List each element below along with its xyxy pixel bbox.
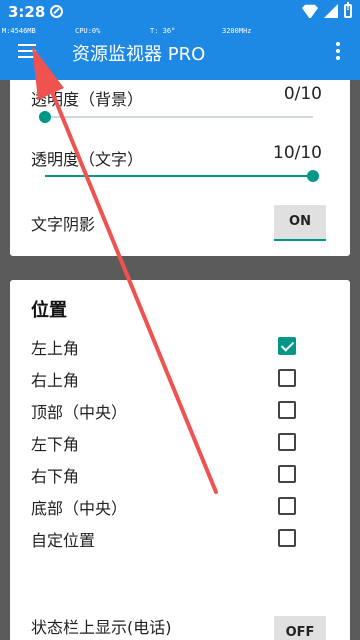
text-opacity-value: 10/10 — [273, 143, 322, 163]
text-shadow-label: 文字阴影 — [31, 215, 96, 234]
statusbar-display-label: 状态栏上显示(电话) — [31, 618, 172, 637]
option-custom-checkbox[interactable] — [278, 529, 296, 547]
option-top-left-label: 左上角 — [31, 339, 80, 358]
option-bottom-right-label: 右下角 — [31, 467, 80, 486]
option-bottom-right-checkbox[interactable] — [278, 465, 296, 483]
option-top-right-checkbox[interactable] — [278, 369, 296, 387]
app-title: 资源监视器 PRO — [72, 44, 206, 65]
option-top-left-checkbox[interactable] — [278, 337, 296, 355]
battery-alert-icon — [344, 2, 352, 18]
more-vert-icon[interactable] — [336, 42, 340, 60]
overlay-mem: M:4546MB — [2, 27, 36, 35]
option-bottom-center-checkbox[interactable] — [278, 497, 296, 515]
overlay-temp: T: 36° — [150, 27, 176, 35]
text-opacity-slider[interactable] — [45, 175, 313, 177]
option-bottom-left-label: 左下角 — [31, 435, 80, 454]
do-not-disturb-icon — [50, 5, 63, 18]
status-time: 3:28 — [8, 3, 46, 21]
option-top-center-label: 顶部（中央） — [31, 403, 128, 422]
status-bar: 3:28 — [0, 0, 360, 24]
text-opacity-slider-thumb[interactable] — [307, 170, 319, 182]
appearance-card: 透明度（背景） 0/10 透明度（文字） 10/10 文字阴影 ON — [10, 80, 350, 256]
wifi-icon — [302, 4, 318, 18]
status-icons — [302, 2, 352, 18]
position-card: 位置 左上角 右上角 顶部（中央） 左下角 右下角 底部（中央） 自定位置 状态… — [10, 280, 350, 640]
overlay-cpu: CPU:0% — [75, 27, 101, 35]
text-opacity-label: 透明度（文字） — [31, 150, 144, 169]
hamburger-menu-icon[interactable] — [18, 43, 38, 61]
position-section-title: 位置 — [31, 300, 67, 321]
signal-icon — [324, 4, 338, 18]
option-bottom-center-label: 底部（中央） — [31, 499, 128, 518]
option-custom-label: 自定位置 — [31, 531, 96, 550]
bg-opacity-slider[interactable] — [45, 116, 313, 118]
overlay-freq: 3200MHz — [222, 27, 252, 35]
statusbar-display-toggle[interactable]: OFF — [274, 616, 326, 640]
bg-opacity-value: 0/10 — [283, 84, 322, 104]
bg-opacity-slider-thumb[interactable] — [39, 111, 51, 123]
bg-opacity-label: 透明度（背景） — [31, 90, 144, 109]
resource-monitor-overlay: M:4546MB CPU:0% T: 36° 3200MHz — [0, 24, 360, 40]
option-top-right-label: 右上角 — [31, 371, 80, 390]
option-top-center-checkbox[interactable] — [278, 401, 296, 419]
text-shadow-toggle[interactable]: ON — [274, 205, 326, 241]
option-bottom-left-checkbox[interactable] — [278, 433, 296, 451]
